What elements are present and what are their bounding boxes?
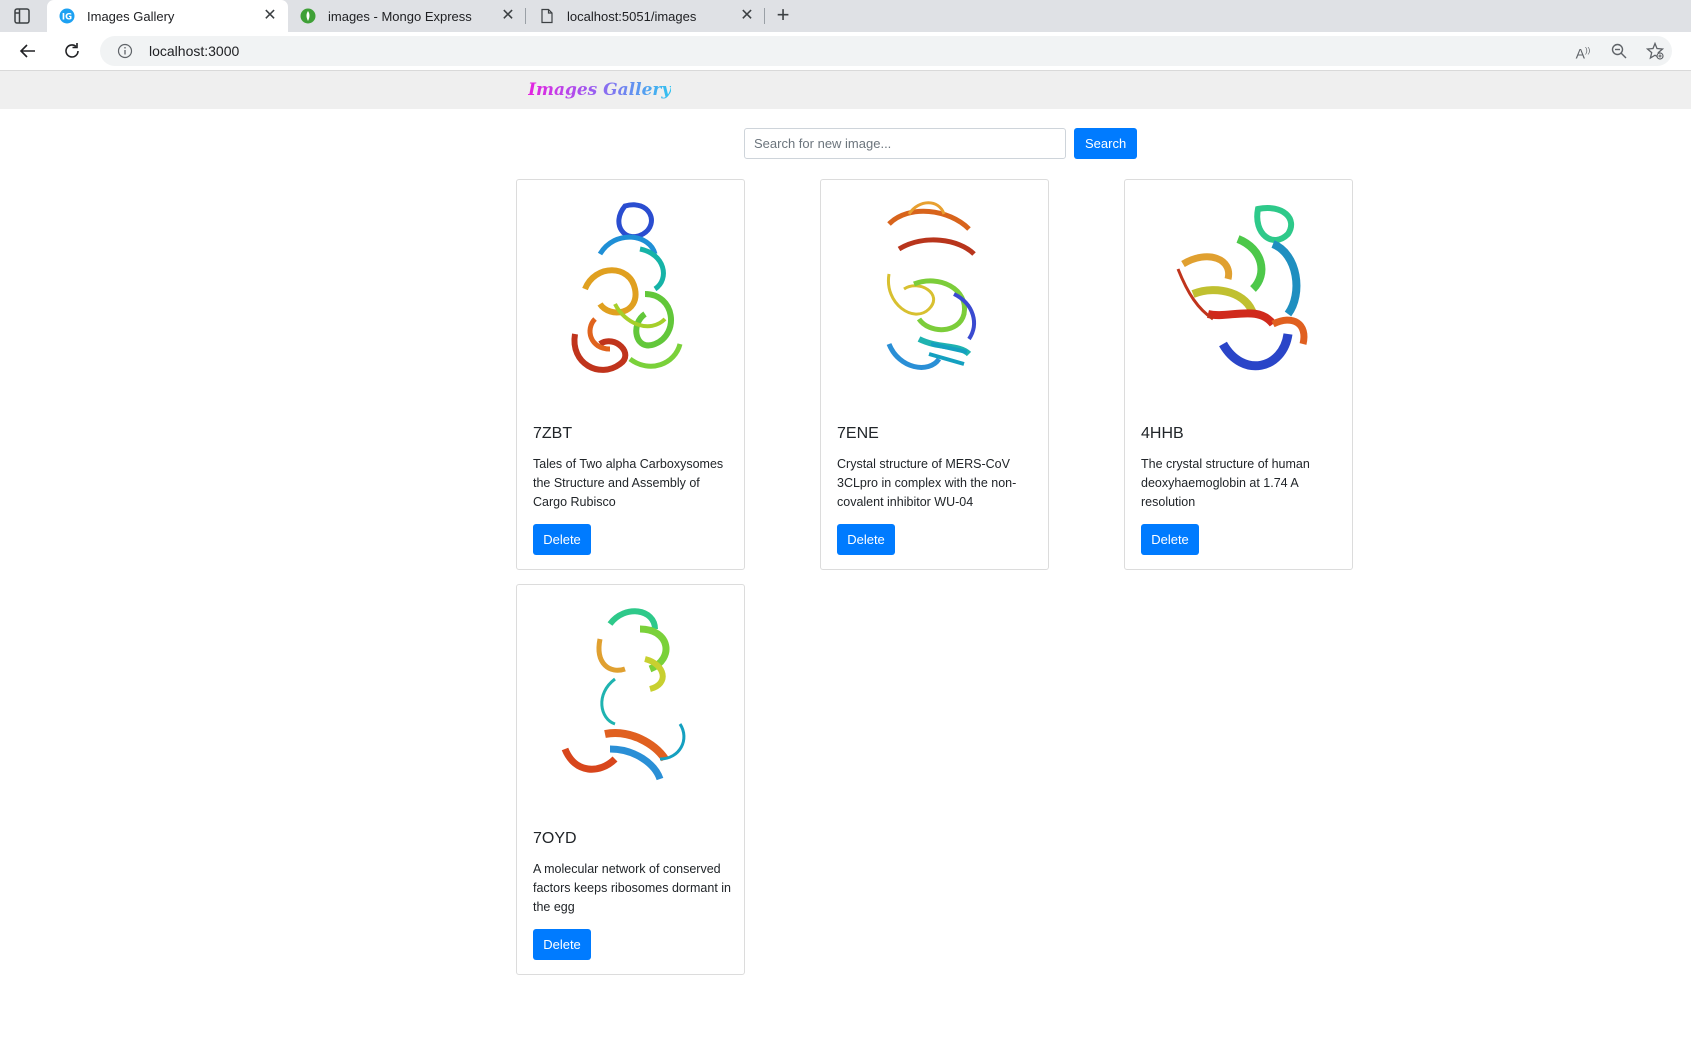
tab-images-gallery[interactable]: IG Images Gallery ✕ [47, 0, 288, 32]
mongo-leaf-icon [300, 8, 316, 24]
image-card: 7ZBT Tales of Two alpha Carboxysomes the… [516, 179, 745, 570]
ig-favicon-icon: IG [59, 8, 75, 24]
tab-actions-icon[interactable] [13, 7, 31, 25]
page-icon [541, 8, 553, 24]
site-info-icon[interactable] [117, 43, 133, 59]
tab-title: images - Mongo Express [328, 8, 472, 24]
browser-tab-strip: IG Images Gallery ✕ images - Mongo Expre… [0, 0, 1691, 32]
read-aloud-icon[interactable]: A)) [1574, 42, 1592, 62]
tab-title: localhost:5051/images [567, 8, 697, 24]
reload-icon[interactable] [62, 41, 82, 61]
delete-button[interactable]: Delete [837, 524, 895, 555]
protein-structure-image [1176, 205, 1308, 371]
tab-localhost-images[interactable]: localhost:5051/images ✕ [527, 0, 765, 32]
card-description: Tales of Two alpha Carboxysomes the Stru… [533, 457, 724, 509]
search-button[interactable]: Search [1074, 128, 1138, 159]
new-tab-icon[interactable]: + [772, 4, 794, 27]
close-tab-icon[interactable]: ✕ [739, 8, 755, 24]
protein-structure-image [561, 608, 686, 781]
protein-structure-image [886, 201, 976, 370]
svg-text:IG: IG [62, 13, 72, 23]
protein-structure-image [571, 202, 683, 373]
image-card: 4HHB The crystal structure of human deox… [1124, 179, 1353, 570]
back-arrow-icon[interactable] [18, 41, 38, 61]
delete-button[interactable]: Delete [533, 524, 591, 555]
delete-button[interactable]: Delete [533, 929, 591, 960]
address-bar[interactable]: localhost:3000 A)) [100, 36, 1672, 66]
card-title: 7ZBT [533, 425, 573, 442]
tab-divider [764, 8, 765, 24]
tab-title: Images Gallery [87, 8, 175, 24]
card-description: Crystal structure of MERS-CoV 3CLpro in … [837, 457, 1017, 509]
search-input[interactable] [744, 128, 1066, 159]
delete-button[interactable]: Delete [1141, 524, 1199, 555]
card-title: 4HHB [1141, 425, 1184, 442]
tab-mongo-express[interactable]: images - Mongo Express ✕ [288, 0, 526, 32]
search-form: Search [744, 128, 1138, 159]
app-navbar: Images Gallery [0, 71, 1691, 109]
card-title: 7OYD [533, 830, 577, 847]
browser-toolbar: localhost:3000 A)) [0, 32, 1691, 71]
close-tab-icon[interactable]: ✕ [262, 8, 278, 24]
zoom-out-icon[interactable] [1610, 42, 1628, 60]
image-card: 7OYD A molecular network of conserved fa… [516, 584, 745, 975]
tab-divider [525, 8, 526, 24]
brand-logo[interactable]: Images Gallery [528, 80, 671, 100]
card-title: 7ENE [837, 425, 879, 442]
image-card: 7ENE Crystal structure of MERS-CoV 3CLpr… [820, 179, 1049, 570]
close-tab-icon[interactable]: ✕ [500, 8, 516, 24]
card-description: A molecular network of conserved factors… [533, 862, 732, 914]
url-text: localhost:3000 [149, 43, 240, 59]
favorites-icon[interactable] [1646, 42, 1664, 60]
card-description: The crystal structure of human deoxyhaem… [1141, 457, 1310, 509]
